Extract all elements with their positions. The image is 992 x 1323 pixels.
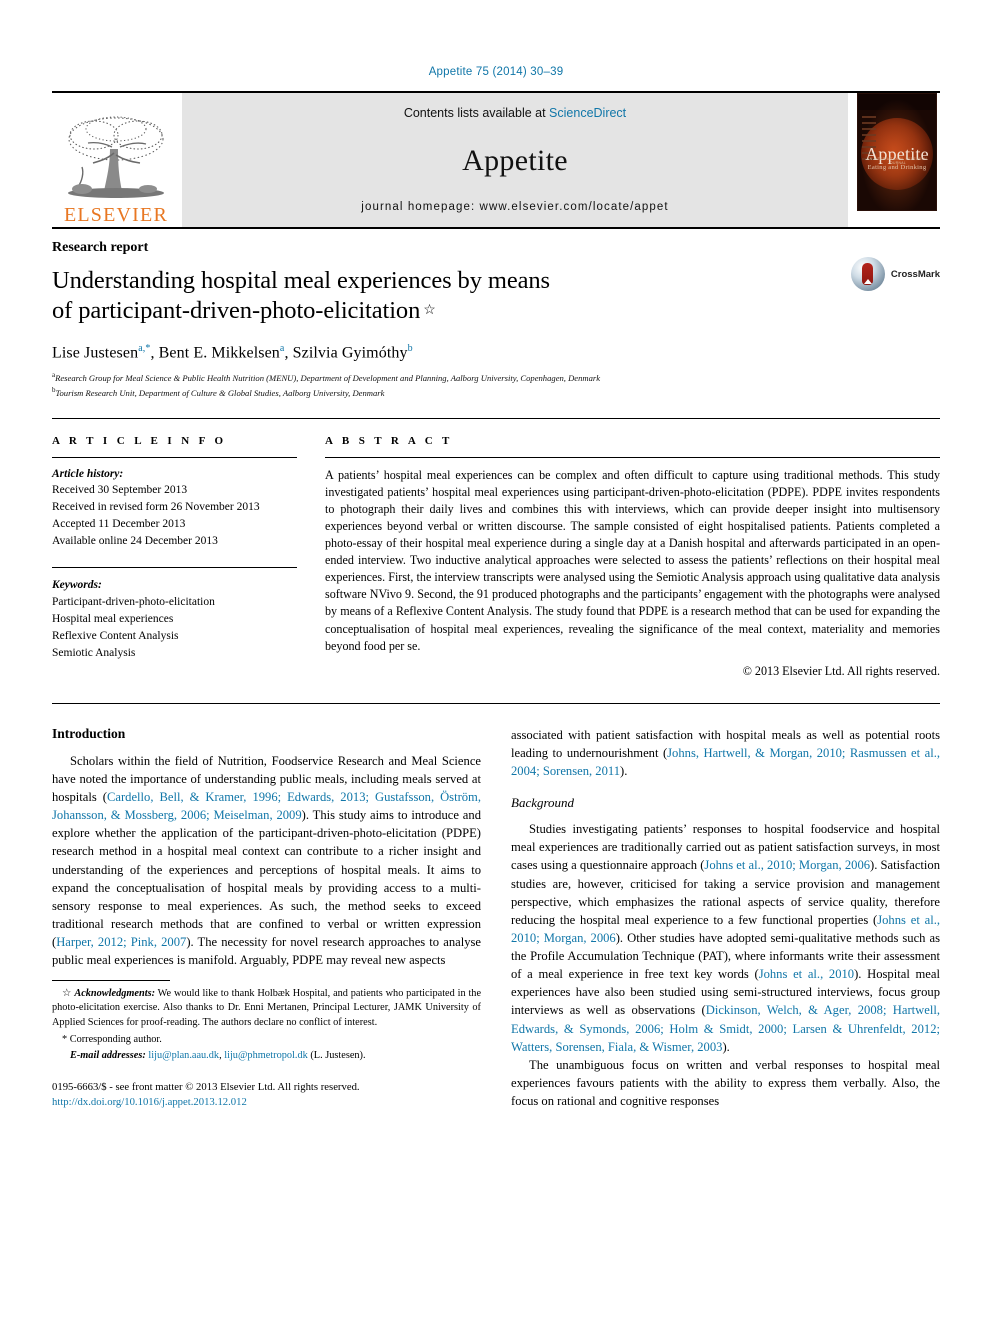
- footnote-marker: ☆: [62, 987, 72, 999]
- author-affil-marker: b: [407, 342, 413, 354]
- title-line-2: of participant-driven-photo-elicitation: [52, 297, 421, 325]
- body-right-column: associated with patient satisfaction wit…: [511, 726, 940, 1110]
- email-footnote: E-mail addresses: liju@plan.aau.dk, liju…: [52, 1049, 481, 1064]
- abstract-copyright: © 2013 Elsevier Ltd. All rights reserved…: [742, 663, 940, 678]
- keywords-rule: [52, 567, 297, 569]
- crossmark-icon: [850, 257, 885, 291]
- keyword-item: Hospital meal experiences: [52, 613, 174, 626]
- issn-block: 0195-6663/$ - see front matter © 2013 El…: [52, 1080, 481, 1110]
- citation-link[interactable]: Harper, 2012; Pink, 2007: [56, 935, 186, 949]
- history-item: Accepted 11 December 2013: [52, 517, 186, 530]
- title-block: CrossMark Research report Understanding …: [52, 229, 940, 400]
- paragraph: The unambiguous focus on written and ver…: [511, 1057, 940, 1109]
- journal-title: Appetite: [462, 143, 568, 177]
- keyword-item: Semiotic Analysis: [52, 646, 136, 659]
- affiliation-list: aResearch Group for Meal Science & Publi…: [52, 370, 940, 400]
- elsevier-wordmark: ELSEVIER: [63, 204, 169, 226]
- email-owner: (L. Justesen).: [307, 1050, 366, 1062]
- doi-link[interactable]: http://dx.doi.org/10.1016/j.appet.2013.1…: [52, 1095, 481, 1110]
- author-name: Lise Justesen: [52, 344, 139, 362]
- affiliation-text: Tourism Research Unit, Department of Cul…: [55, 387, 385, 398]
- footnote-rule: [52, 979, 170, 981]
- article-history-label: Article history:: [52, 467, 124, 480]
- affiliation-item: aResearch Group for Meal Science & Publi…: [52, 370, 940, 385]
- contents-prefix: Contents lists available at: [403, 106, 550, 120]
- journal-banner: Contents lists available at ScienceDirec…: [182, 93, 848, 227]
- article-section-type: Research report: [52, 240, 149, 255]
- abstract-column: A B S T R A C T A patients’ hospital mea…: [325, 435, 940, 679]
- journal-cover-block: Appetite AN INTERNATIONAL RESEARCH JOURN…: [854, 93, 940, 227]
- elsevier-tree-icon: [68, 116, 164, 198]
- author-list: Lise Justesena,*, Bent E. Mikkelsena, Sz…: [52, 342, 413, 362]
- abstract-text: A patients’ hospital meal experiences ca…: [325, 467, 940, 653]
- email-link-primary[interactable]: liju@plan.aau.dk: [148, 1050, 219, 1061]
- page-title: Understanding hospital meal experiences …: [52, 266, 732, 327]
- cover-subtitle: Eating and Drinking: [867, 164, 927, 171]
- keywords-label: Keywords:: [52, 579, 102, 592]
- keyword-item: Reflexive Content Analysis: [52, 629, 179, 642]
- citation-link[interactable]: Johns et al., 2010: [759, 967, 854, 981]
- author-name: Bent E. Mikkelsen: [158, 344, 280, 362]
- journal-masthead: ELSEVIER Contents lists available at Sci…: [52, 91, 940, 227]
- title-line-1: Understanding hospital meal experiences …: [52, 267, 550, 294]
- running-head: Appetite 75 (2014) 30–39: [428, 66, 564, 78]
- affiliation-item: bTourism Research Unit, Department of Cu…: [52, 385, 940, 400]
- journal-cover-image: Appetite AN INTERNATIONAL RESEARCH JOURN…: [857, 93, 937, 211]
- contents-line: Contents lists available at ScienceDirec…: [404, 106, 626, 120]
- affiliation-text: Research Group for Meal Science & Public…: [55, 372, 601, 383]
- history-item: Received 30 September 2013: [52, 484, 188, 497]
- crossmark-badge[interactable]: CrossMark: [850, 257, 940, 291]
- sciencedirect-link[interactable]: ScienceDirect: [549, 106, 626, 120]
- history-item: Received in revised form 26 November 201…: [52, 501, 260, 514]
- abstract-rule: [325, 456, 940, 458]
- keywords-block: Keywords: Participant-driven-photo-elici…: [52, 577, 297, 661]
- author-affil-marker: a: [279, 342, 285, 354]
- paragraph: associated with patient satisfaction wit…: [511, 726, 940, 780]
- paragraph: Studies investigating patients’ response…: [511, 820, 940, 1056]
- body-left-column: Introduction Scholars within the field o…: [52, 726, 481, 1110]
- acknowledgment-label: Acknowledgments:: [74, 987, 156, 999]
- abstract-heading: A B S T R A C T: [325, 434, 453, 447]
- keyword-item: Participant-driven-photo-elicitation: [52, 596, 215, 609]
- email-link-secondary[interactable]: liju@phmetropol.dk: [224, 1050, 308, 1061]
- article-history: Article history: Received 30 September 2…: [52, 466, 297, 550]
- author-affil-marker: a,*: [138, 342, 151, 354]
- elsevier-logo-block: ELSEVIER: [52, 93, 180, 227]
- acknowledgment-footnote: ☆ Acknowledgments: We would like to than…: [52, 987, 481, 1031]
- journal-article-page: Appetite 75 (2014) 30–39 ELSEVIER Conten…: [0, 0, 992, 1323]
- paragraph: Scholars within the field of Nutrition, …: [52, 752, 481, 970]
- article-info-rule: [52, 456, 297, 458]
- footnote-region: ☆ Acknowledgments: We would like to than…: [52, 979, 481, 1111]
- corresponding-author-footnote: * Corresponding author.: [62, 1033, 162, 1045]
- journal-homepage[interactable]: journal homepage: www.elsevier.com/locat…: [361, 201, 668, 213]
- text-run: ). This study aims to introduce and expl…: [52, 808, 481, 950]
- text-run: ).: [722, 1039, 730, 1054]
- article-info-column: A R T I C L E I N F O Article history: R…: [52, 435, 297, 679]
- info-abstract-region: A R T I C L E I N F O Article history: R…: [52, 417, 940, 679]
- title-footnote-star: ☆: [423, 303, 436, 319]
- text-run: ).: [620, 764, 628, 779]
- subsection-heading-background: Background: [511, 795, 575, 811]
- author-name: Szilvia Gyimóthy: [292, 344, 408, 362]
- citation-link[interactable]: Johns et al., 2010; Morgan, 2006: [704, 858, 870, 872]
- history-item: Available online 24 December 2013: [52, 534, 218, 547]
- body-columns: Introduction Scholars within the field o…: [52, 702, 940, 1110]
- crossmark-label: CrossMark: [890, 268, 940, 280]
- section-heading-introduction: Introduction: [52, 725, 126, 741]
- issn-line: 0195-6663/$ - see front matter © 2013 El…: [52, 1081, 360, 1094]
- email-label: E-mail addresses:: [70, 1050, 146, 1062]
- article-info-heading: A R T I C L E I N F O: [52, 434, 227, 447]
